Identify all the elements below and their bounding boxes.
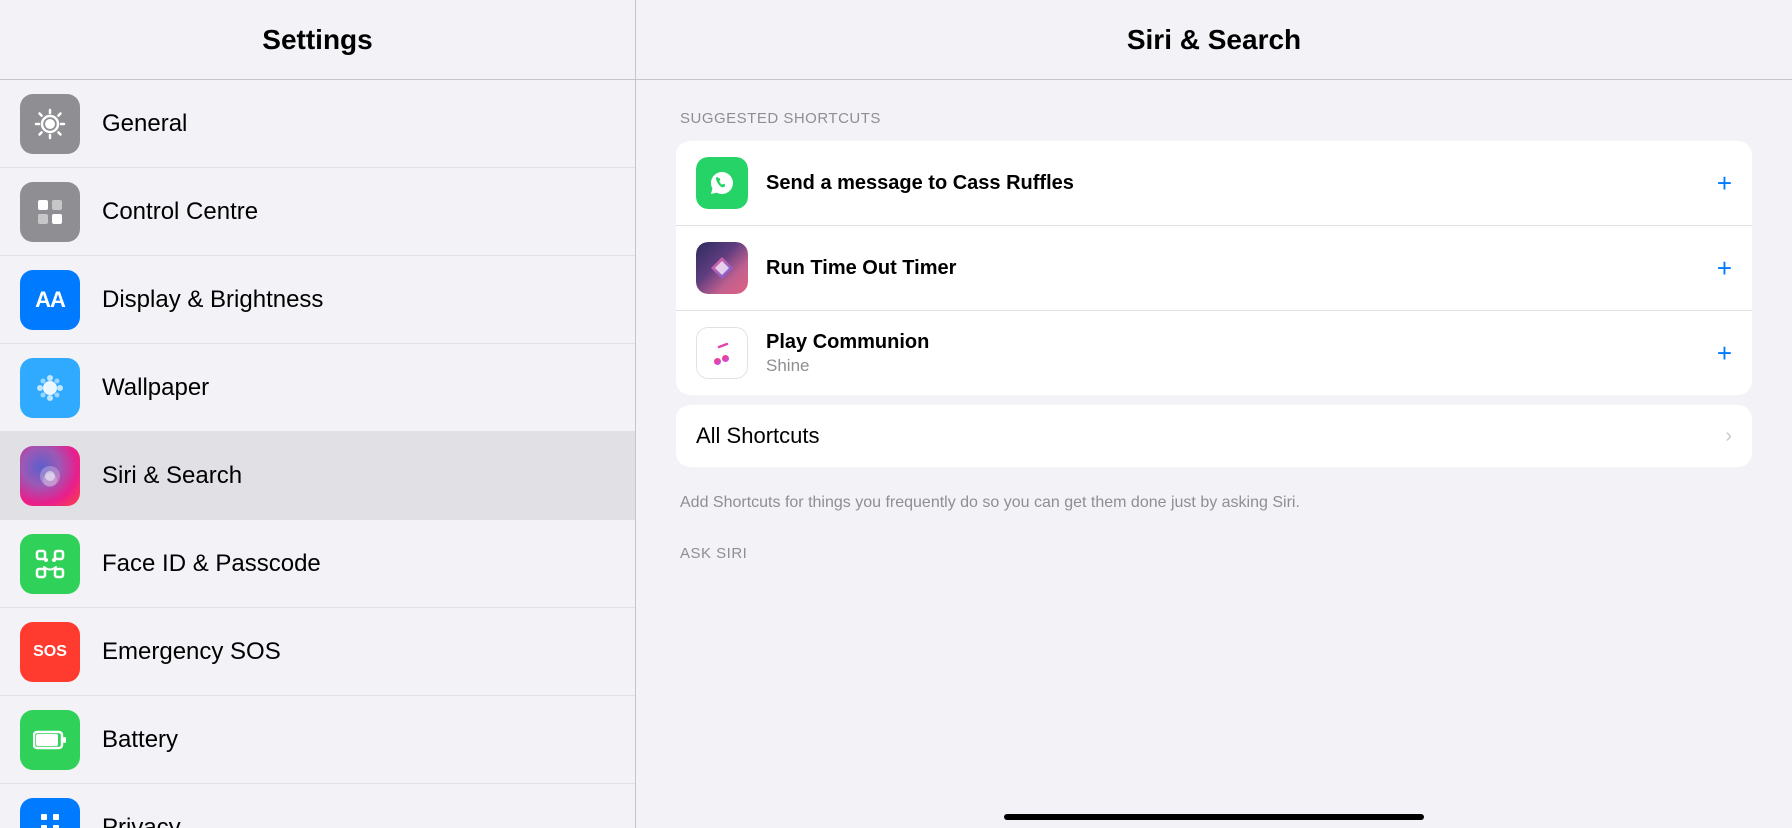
shortcut-item-shortcuts[interactable]: Run Time Out Timer + xyxy=(676,226,1752,311)
shortcut-title-shortcuts: Run Time Out Timer xyxy=(766,257,1707,280)
all-shortcuts-card: All Shortcuts › xyxy=(676,405,1752,467)
sidebar-label-display: Display & Brightness xyxy=(102,286,323,314)
sidebar-label-battery: Battery xyxy=(102,726,178,754)
shortcut-item-music[interactable]: Play Communion Shine + xyxy=(676,311,1752,395)
sidebar-item-display[interactable]: AA Display & Brightness xyxy=(0,256,635,344)
privacy-icon xyxy=(20,798,80,828)
shortcut-item-whatsapp[interactable]: Send a message to Cass Ruffles + xyxy=(676,141,1752,226)
music-app-icon xyxy=(696,327,748,379)
shortcut-text-whatsapp: Send a message to Cass Ruffles xyxy=(766,172,1707,195)
sidebar-item-wallpaper[interactable]: Wallpaper xyxy=(0,344,635,432)
suggested-shortcuts-label: SUGGESTED SHORTCUTS xyxy=(676,110,1752,127)
shortcut-text-shortcuts: Run Time Out Timer xyxy=(766,257,1707,280)
ask-siri-label: ASK SIRI xyxy=(676,545,1752,562)
control-icon xyxy=(20,182,80,242)
detail-content: SUGGESTED SHORTCUTS Send a message to Ca… xyxy=(636,80,1792,794)
home-indicator xyxy=(1004,814,1424,820)
sidebar-label-siri: Siri & Search xyxy=(102,462,242,490)
chevron-right-icon: › xyxy=(1725,425,1732,448)
add-shortcut-music[interactable]: + xyxy=(1717,338,1732,369)
shortcut-title-music: Play Communion xyxy=(766,331,1707,354)
add-shortcut-whatsapp[interactable]: + xyxy=(1717,168,1732,199)
whatsapp-app-icon xyxy=(696,157,748,209)
sidebar-item-general[interactable]: General xyxy=(0,80,635,168)
shortcut-text-music: Play Communion Shine xyxy=(766,331,1707,376)
sidebar-label-wallpaper: Wallpaper xyxy=(102,374,209,402)
display-icon: AA xyxy=(20,270,80,330)
all-shortcuts-row[interactable]: All Shortcuts › xyxy=(676,405,1752,467)
shortcuts-icon-bg xyxy=(696,242,748,294)
settings-title: Settings xyxy=(262,24,372,56)
shortcuts-card: Send a message to Cass Ruffles + xyxy=(676,141,1752,395)
faceid-icon xyxy=(20,534,80,594)
wallpaper-icon xyxy=(20,358,80,418)
add-shortcut-shortcuts[interactable]: + xyxy=(1717,253,1732,284)
siri-icon xyxy=(20,446,80,506)
sidebar-label-privacy: Privacy xyxy=(102,814,181,828)
sidebar-item-privacy[interactable]: Privacy xyxy=(0,784,635,828)
shortcut-title-whatsapp: Send a message to Cass Ruffles xyxy=(766,172,1707,195)
sidebar-label-general: General xyxy=(102,110,187,138)
settings-header: Settings xyxy=(0,0,635,80)
settings-sidebar: Settings General xyxy=(0,0,636,828)
all-shortcuts-title: All Shortcuts xyxy=(696,423,1715,449)
shortcuts-app-icon xyxy=(696,242,748,294)
shortcut-subtitle-music: Shine xyxy=(766,356,1707,376)
battery-icon xyxy=(20,710,80,770)
general-icon xyxy=(20,94,80,154)
sidebar-label-control: Control Centre xyxy=(102,198,258,226)
detail-header: Siri & Search xyxy=(636,0,1792,80)
whatsapp-icon-bg xyxy=(696,157,748,209)
sidebar-item-battery[interactable]: Battery xyxy=(0,696,635,784)
sidebar-item-sos[interactable]: SOS Emergency SOS xyxy=(0,608,635,696)
shortcuts-footer-text: Add Shortcuts for things you frequently … xyxy=(676,477,1752,525)
sidebar-label-faceid: Face ID & Passcode xyxy=(102,550,321,578)
detail-panel: Siri & Search SUGGESTED SHORTCUTS xyxy=(636,0,1792,828)
sidebar-item-faceid[interactable]: Face ID & Passcode xyxy=(0,520,635,608)
detail-title: Siri & Search xyxy=(1127,24,1301,56)
music-icon-bg xyxy=(696,327,748,379)
sidebar-item-control[interactable]: Control Centre xyxy=(0,168,635,256)
sidebar-label-sos: Emergency SOS xyxy=(102,638,281,666)
sidebar-item-siri[interactable]: Siri & Search xyxy=(0,432,635,520)
settings-list: General Control Centre AA Display & Brig… xyxy=(0,80,635,828)
home-bar xyxy=(636,794,1792,828)
sos-icon: SOS xyxy=(20,622,80,682)
